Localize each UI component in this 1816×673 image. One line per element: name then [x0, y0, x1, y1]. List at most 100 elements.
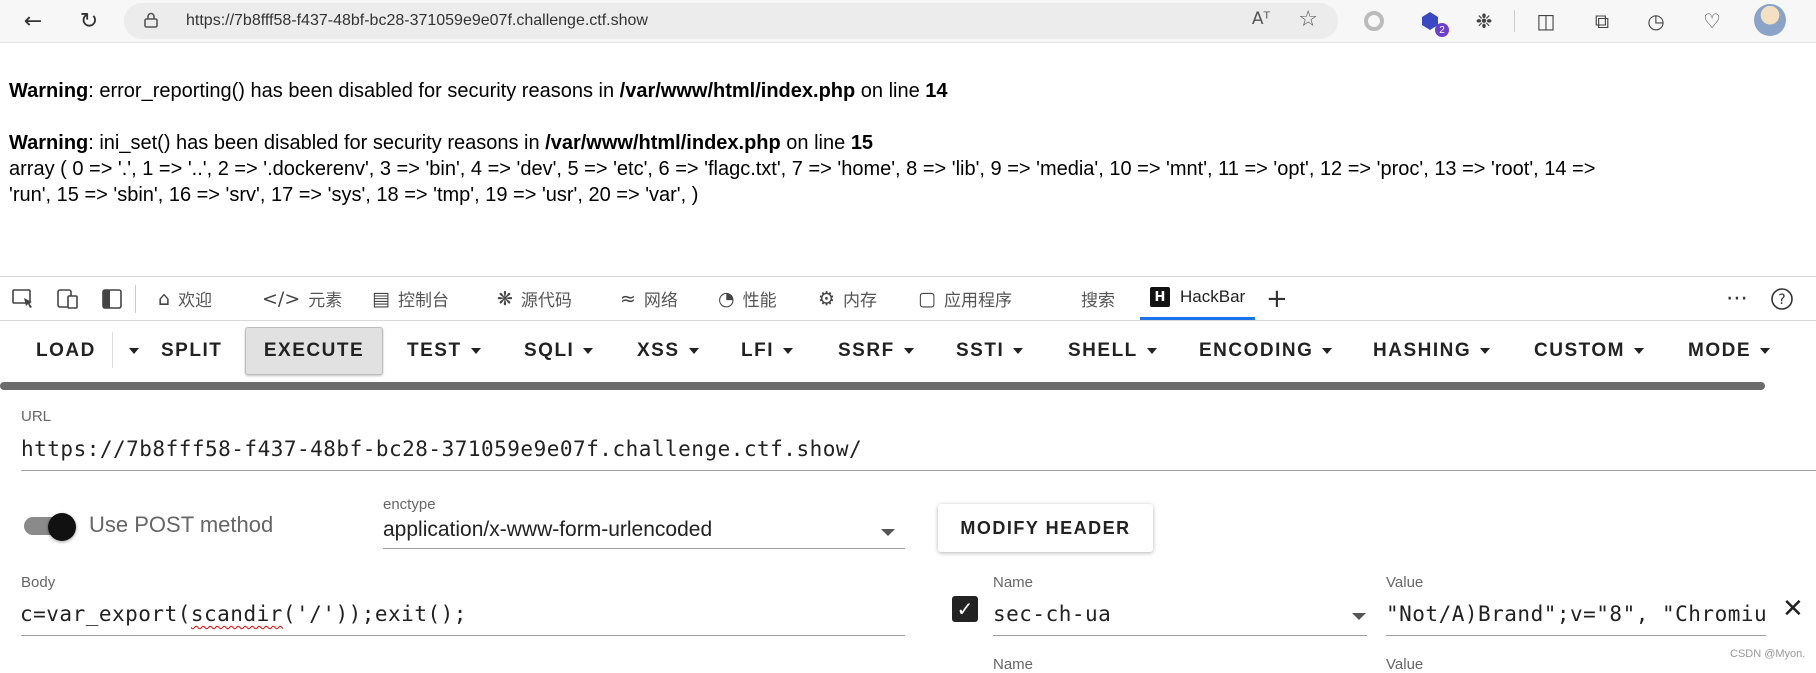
- tab-application[interactable]: ▢ 应用程序: [918, 277, 1012, 320]
- modify-header-label: MODIFY HEADER: [960, 517, 1131, 538]
- tab-hackbar[interactable]: H HackBar: [1140, 277, 1256, 320]
- inspect-element-icon[interactable]: [10, 286, 36, 312]
- favorite-star-icon[interactable]: ☆: [1298, 7, 1318, 32]
- read-aloud-icon[interactable]: Aᵀ: [1252, 9, 1270, 29]
- warning-line-2: Warning: ini_set() has been disabled for…: [9, 130, 1809, 156]
- warning-label: Warning: [9, 132, 89, 154]
- toolbar-divider: [1514, 10, 1515, 32]
- enctype-dropdown-icon[interactable]: [881, 529, 895, 536]
- header-name-dropdown-icon[interactable]: [1352, 613, 1366, 620]
- warning-text: : error_reporting() has been disabled fo…: [88, 80, 620, 102]
- hashing-menu[interactable]: HASHING: [1373, 320, 1491, 382]
- devtools-divider: [135, 285, 136, 313]
- split-label: SPLIT: [161, 340, 223, 361]
- chip-icon: ⚙: [818, 287, 836, 310]
- history-icon[interactable]: ◷: [1640, 5, 1672, 37]
- collections-icon[interactable]: ⧉: [1586, 5, 1618, 37]
- execute-label: EXECUTE: [263, 340, 365, 361]
- load-label: LOAD: [36, 340, 96, 361]
- shell-menu[interactable]: SHELL: [1068, 320, 1157, 382]
- body-field[interactable]: c=var_export(scandir('/'));exit();: [20, 602, 467, 626]
- post-method-toggle[interactable]: [22, 513, 76, 541]
- tab-memory[interactable]: ⚙ 内存: [818, 277, 877, 320]
- devtools-tab-bar: ⌂ 欢迎 </> 元素 ▤ 控制台 ❋ 源代码 ≈ 网络 ◔ 性能 ⚙ 内存 ▢ 应用程序 搜索…: [0, 276, 1816, 321]
- url-field[interactable]: https://7b8fff58-f437-48bf-bc28-371059e9…: [21, 437, 862, 461]
- caret-down-icon: [129, 348, 139, 354]
- header-enabled-checkbox[interactable]: ✓: [952, 596, 978, 622]
- app-icon: ▢: [918, 287, 936, 310]
- lock-icon: [144, 12, 158, 28]
- refresh-icon[interactable]: ↻: [72, 4, 106, 38]
- address-url[interactable]: https://7b8fff58-f437-48bf-bc28-371059e9…: [186, 3, 648, 39]
- split-screen-icon[interactable]: ◫: [1530, 5, 1562, 37]
- lfi-label: LFI: [741, 340, 774, 361]
- bug-icon: ❋: [497, 287, 513, 310]
- tab-sources[interactable]: ❋ 源代码: [497, 277, 572, 320]
- caret-down-icon: [1480, 348, 1491, 354]
- back-icon[interactable]: ←: [16, 4, 50, 38]
- svg-text:?: ?: [1778, 292, 1785, 308]
- tab-performance[interactable]: ◔ 性能: [718, 277, 777, 320]
- extension-cube-icon[interactable]: 2: [1414, 5, 1449, 37]
- ssrf-menu[interactable]: SSRF: [838, 320, 914, 382]
- wifi-icon: ≈: [620, 287, 636, 310]
- ssrf-label: SSRF: [838, 340, 895, 361]
- lfi-menu[interactable]: LFI: [741, 320, 793, 382]
- more-options-icon[interactable]: ⋯: [1726, 277, 1748, 320]
- remove-header-icon[interactable]: ✕: [1782, 594, 1804, 624]
- toggle-knob: [48, 513, 76, 541]
- profile-avatar[interactable]: [1754, 4, 1786, 36]
- add-tab-icon[interactable]: +: [1266, 277, 1288, 320]
- warning-file: /var/www/html/index.php: [545, 132, 781, 154]
- tab-label: 内存: [843, 291, 878, 311]
- device-emulation-icon[interactable]: [55, 286, 81, 312]
- dock-side-icon[interactable]: [99, 286, 125, 312]
- sqli-label: SQLI: [524, 340, 575, 361]
- performance-heart-icon[interactable]: ♡: [1696, 5, 1728, 37]
- watermark: CSDN @Myon⁠.: [1730, 648, 1806, 660]
- header-name-label: Name: [993, 574, 1034, 591]
- puzzle-icon[interactable]: ❉: [1468, 5, 1500, 37]
- horizontal-scrollbar[interactable]: [0, 382, 1765, 390]
- xss-menu[interactable]: XSS: [637, 320, 699, 382]
- custom-label: CUSTOM: [1534, 340, 1625, 361]
- sqli-menu[interactable]: SQLI: [524, 320, 594, 382]
- test-menu[interactable]: TEST: [407, 320, 481, 382]
- header-value-field[interactable]: "Not/A)Brand";v="8", "Chromiu: [1386, 602, 1766, 626]
- tab-welcome[interactable]: ⌂ 欢迎: [158, 277, 212, 320]
- split-button[interactable]: SPLIT: [161, 320, 222, 382]
- caret-down-icon: [583, 348, 594, 354]
- header-name-label-2: Name: [993, 656, 1034, 673]
- encoding-menu[interactable]: ENCODING: [1199, 320, 1333, 382]
- custom-menu[interactable]: CUSTOM: [1534, 320, 1644, 382]
- encoding-label: ENCODING: [1199, 340, 1314, 361]
- modify-header-button[interactable]: MODIFY HEADER: [938, 504, 1153, 552]
- tab-search[interactable]: 搜索: [1081, 277, 1115, 320]
- caret-down-icon: [783, 348, 793, 354]
- tab-console[interactable]: ▤ 控制台: [372, 277, 449, 320]
- warning-text: : ini_set() has been disabled for securi…: [88, 132, 546, 154]
- mode-menu[interactable]: MODE: [1688, 320, 1770, 382]
- tab-label: 控制台: [397, 291, 449, 311]
- execute-button[interactable]: EXECUTE: [245, 327, 383, 375]
- load-dropdown[interactable]: [120, 320, 139, 382]
- load-button[interactable]: LOAD: [36, 320, 96, 382]
- warning-on-line: on line: [855, 80, 926, 102]
- enctype-underline: [383, 548, 905, 549]
- body-field-underline: [21, 635, 905, 636]
- warning-file: /var/www/html/index.php: [619, 80, 856, 102]
- header-name-field[interactable]: sec-ch-ua: [993, 602, 1111, 626]
- address-bar[interactable]: https://7b8fff58-f437-48bf-bc28-371059e9…: [124, 3, 1338, 39]
- circle-extension-icon[interactable]: [1358, 5, 1390, 37]
- post-method-label: Use POST method: [89, 512, 274, 537]
- tab-elements[interactable]: </> 元素: [262, 277, 342, 320]
- tab-network[interactable]: ≈ 网络: [620, 277, 678, 320]
- page-output: Warning : error_reporting() has been disa…: [9, 78, 1809, 208]
- warning-line-1: Warning: error_reporting() has been disa…: [9, 78, 1809, 104]
- enctype-select[interactable]: application/x-www-form-urlencoded: [383, 518, 712, 542]
- caret-down-icon: [1322, 348, 1333, 354]
- help-icon[interactable]: ?: [1770, 277, 1794, 320]
- ssti-menu[interactable]: SSTI: [956, 320, 1024, 382]
- body-prefix: c=var_export(: [20, 602, 191, 626]
- test-label: TEST: [407, 340, 462, 361]
